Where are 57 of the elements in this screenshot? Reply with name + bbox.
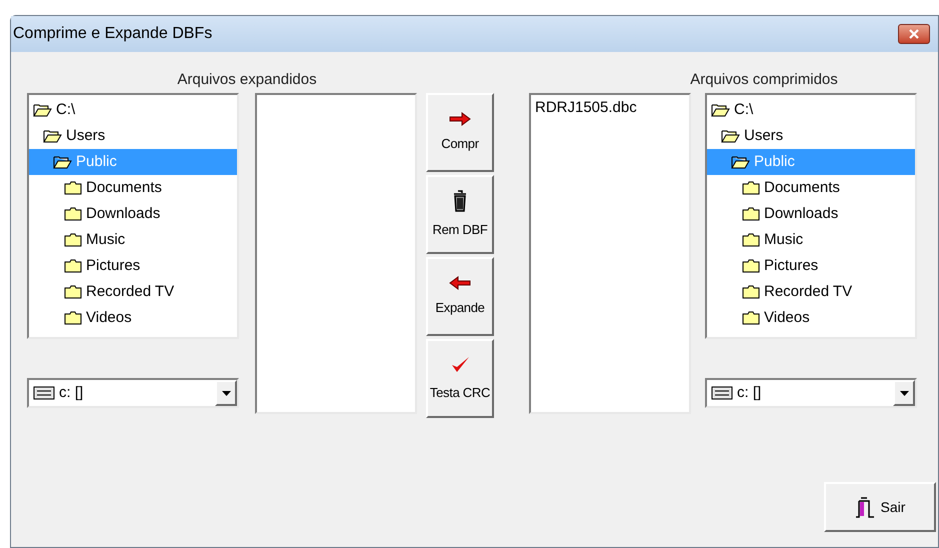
folder-icon — [63, 310, 83, 326]
folder-icon — [741, 232, 761, 248]
tree-item[interactable]: Recorded TV — [29, 279, 237, 305]
action-button[interactable]: Expande — [426, 257, 494, 336]
dropdown-arrow-button[interactable] — [215, 380, 237, 406]
action-button[interactable]: Compr — [426, 93, 494, 172]
panel-heading: Arquivos expandidos — [176, 70, 318, 90]
drive-dropdown[interactable]: c: [] — [27, 378, 239, 408]
tree-item[interactable]: Pictures — [707, 253, 915, 279]
action-button[interactable]: Rem DBF — [426, 175, 494, 254]
tree-item[interactable]: Pictures — [29, 253, 237, 279]
file-item[interactable]: RDRJ1505.dbc — [535, 97, 685, 120]
tree-item[interactable]: Music — [707, 227, 915, 253]
tree-item[interactable]: Documents — [29, 175, 237, 201]
drive-icon — [33, 386, 55, 400]
dropdown-arrow-button[interactable] — [893, 380, 915, 406]
folder-icon — [741, 180, 761, 196]
caret-icon — [222, 390, 230, 396]
folder-icon — [63, 206, 83, 222]
open-folder-icon — [721, 128, 741, 144]
action-button[interactable]: Testa CRC — [426, 339, 494, 418]
tree-item[interactable]: Videos — [29, 305, 237, 331]
open-folder-icon — [33, 102, 53, 118]
tree-item[interactable]: C:\ — [707, 97, 915, 123]
right-arrow-icon — [449, 112, 471, 126]
drive-icon — [711, 386, 733, 400]
folder-icon — [741, 310, 761, 326]
close-button[interactable] — [898, 24, 930, 44]
tree-item[interactable]: Music — [29, 227, 237, 253]
open-folder-icon — [43, 128, 63, 144]
tree-item[interactable]: Recorded TV — [707, 279, 915, 305]
caret-icon — [900, 390, 908, 396]
open-folder-icon — [731, 154, 751, 170]
left-arrow-icon — [449, 276, 471, 290]
tree-item[interactable]: Downloads — [707, 201, 915, 227]
tree-item[interactable]: Documents — [707, 175, 915, 201]
tree-item[interactable]: Users — [707, 123, 915, 149]
panel-heading: Arquivos comprimidos — [689, 70, 839, 90]
trash-icon — [453, 190, 467, 212]
folder-icon — [63, 180, 83, 196]
open-folder-icon — [53, 154, 73, 170]
folder-icon — [741, 206, 761, 222]
tree-item[interactable]: Users — [29, 123, 237, 149]
drive-dropdown[interactable]: c: [] — [705, 378, 917, 408]
tree-item[interactable]: Downloads — [29, 201, 237, 227]
tree-item[interactable]: C:\ — [29, 97, 237, 123]
folder-icon — [741, 258, 761, 274]
folder-icon — [63, 232, 83, 248]
folder-icon — [741, 284, 761, 300]
folder-icon — [63, 258, 83, 274]
folder-icon — [63, 284, 83, 300]
door-icon — [854, 495, 875, 519]
close-icon — [909, 29, 919, 39]
tree-item[interactable]: Videos — [707, 305, 915, 331]
open-folder-icon — [711, 102, 731, 118]
exit-button[interactable]: Sair — [824, 482, 936, 532]
window-title: Comprime e Expande DBFs — [13, 24, 212, 44]
